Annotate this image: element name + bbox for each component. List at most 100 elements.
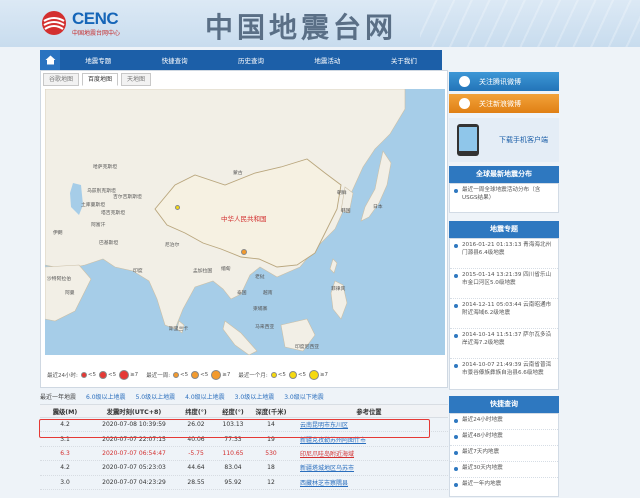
table-header: 震级(M) 发震时刻(UTC+8) 纬度(°) 经度(°) 深度(千米) 参考位…	[40, 404, 448, 418]
table-row: 4.2 2020-07-08 10:39:59 26.02 103.13 14 …	[40, 418, 448, 433]
nav-item-about[interactable]: 关于我们	[366, 55, 442, 65]
cell-depth: 12	[267, 478, 275, 486]
cell-magnitude: 4.2	[60, 421, 70, 429]
earthquake-map[interactable]: 蒙古 中华人民共和国 日本 哈萨克斯坦 乌兹别克斯坦 土库曼斯坦 伊朗 阿富汗 …	[45, 89, 445, 355]
site-title: 中国地震台网	[205, 11, 398, 44]
list-item[interactable]: 最近48小时地震	[450, 430, 558, 446]
place-label: 韩国	[341, 209, 351, 214]
earthquake-marker[interactable]	[241, 249, 247, 255]
list-item-text: 最近一周全球地震活动分布（含USGS结果）	[462, 187, 541, 201]
cell-depth: 14	[267, 421, 275, 429]
list-item[interactable]: 2015-01-14 13:21:39 四川省乐山市金口河区5.0级地震	[450, 269, 558, 299]
place-label: 哈萨克斯坦	[93, 165, 117, 170]
place-label: 缅甸	[221, 267, 231, 272]
tab-tianditu-map[interactable]: 天地图	[121, 73, 152, 86]
nav-home-button[interactable]	[40, 50, 60, 70]
follow-sina-weibo-button[interactable]: 关注新浪微博	[449, 94, 559, 113]
col-longitude: 经度(°)	[222, 408, 244, 416]
list-item[interactable]: 2014-10-14 11:51:37 萨尔瓦多沿岸近海7.2级地震	[450, 329, 558, 359]
list-item-text: 2014-10-14 11:51:37 萨尔瓦多沿岸近海7.2级地震	[462, 332, 552, 346]
table-row: 3.1 2020-07-07 22:07:15 40.06 77.33 19 新…	[40, 432, 448, 447]
nav-item-topics[interactable]: 地震专题	[60, 55, 136, 65]
cell-time: 2020-07-07 05:23:03	[102, 464, 166, 472]
list-item[interactable]: 最近7天内地震	[450, 446, 558, 462]
col-time: 发震时刻(UTC+8)	[106, 408, 162, 416]
legend-text: <5	[107, 372, 117, 378]
logo-subtitle: 中国地震台网中心	[72, 30, 121, 37]
tab-baidu-map[interactable]: 百度地图	[82, 73, 119, 86]
place-label: 朝鲜	[337, 191, 347, 196]
legend-dot-medium	[191, 371, 200, 379]
place-label: 阿曼	[65, 291, 75, 296]
filter-link-m6[interactable]: 6.0级以上地震	[86, 392, 126, 401]
site-logo[interactable]: CENC 中国地震台网中心	[40, 9, 160, 39]
filter-link-m4[interactable]: 4.0级以上地震	[185, 392, 225, 401]
cell-depth: 18	[267, 464, 275, 472]
list-item[interactable]: 2014-10-07 21:49:39 云南省普洱市景谷傣族彝族自治县6.6级地…	[450, 359, 558, 389]
cell-latitude: -5.75	[188, 449, 204, 457]
cell-location-link[interactable]: 西藏林芝市察隅县	[290, 478, 448, 487]
filter-link-below-m3[interactable]: 3.0级以下地震	[284, 392, 324, 401]
legend-dot-large	[119, 370, 130, 380]
legend-label: 最近24小时:	[47, 373, 78, 379]
nav-item-activity[interactable]: 地震活动	[289, 55, 365, 65]
list-item[interactable]: 最近一周全球地震活动分布（含USGS结果）	[450, 184, 558, 205]
cell-location-link[interactable]: 云南昆明市东川区	[290, 420, 448, 429]
download-app-button[interactable]: 下载手机客户端	[449, 118, 559, 162]
place-label: 斯里兰卡	[169, 327, 189, 332]
place-label: 越南	[263, 291, 273, 296]
tencent-weibo-icon	[459, 76, 470, 87]
topic-section: 2016-01-21 01:13:13 青海海北州门源县6.4级地震 2015-…	[449, 238, 559, 390]
col-location: 参考位置	[356, 408, 382, 416]
bullet-icon	[454, 419, 458, 423]
filter-link-m3[interactable]: 3.0级以上地震	[235, 392, 275, 401]
cell-longitude: 110.65	[222, 449, 244, 457]
legend-text: <5	[87, 372, 96, 378]
place-label: 印度	[133, 269, 143, 274]
nav-item-quick-query[interactable]: 快捷查询	[136, 55, 212, 65]
cell-magnitude: 3.0	[60, 478, 70, 486]
place-label: 沙特阿拉伯	[47, 277, 71, 282]
legend-text: ≥7	[319, 372, 329, 378]
legend-text: <5	[297, 372, 306, 378]
list-item-text: 2014-10-07 21:49:39 云南省普洱市景谷傣族彝族自治县6.6级地…	[462, 362, 552, 376]
place-label: 泰国	[237, 291, 247, 296]
table-row: 4.2 2020-07-07 05:23:03 44.64 83.04 18 新…	[40, 461, 448, 476]
place-label: 巴基斯坦	[99, 241, 119, 246]
list-item[interactable]: 2016-01-21 01:13:13 青海海北州门源县6.4级地震	[450, 239, 558, 269]
bullet-icon	[454, 364, 458, 368]
place-label: 柬埔寨	[253, 307, 268, 312]
list-item[interactable]: 最近30天内地震	[450, 462, 558, 478]
earthquake-marker[interactable]	[175, 205, 180, 210]
cell-magnitude: 6.3	[60, 449, 70, 457]
cell-time: 2020-07-07 22:07:15	[102, 435, 166, 443]
follow-tencent-weibo-button[interactable]: 关注腾讯微博	[449, 72, 559, 91]
place-label: 菲律宾	[331, 287, 346, 292]
legend-24h: 最近24小时: <5 <5 ≥7	[47, 370, 138, 380]
list-item-text: 最近30天内地震	[462, 465, 503, 471]
place-label: 老挝	[255, 275, 265, 280]
place-label-china: 中华人民共和国	[221, 215, 267, 223]
filter-link-m5[interactable]: 5.0级以上地震	[136, 392, 176, 401]
list-item[interactable]: 最近24小时地震	[450, 414, 558, 430]
phone-icon	[457, 124, 479, 156]
nav-item-history[interactable]: 历史查询	[213, 55, 289, 65]
cell-latitude: 28.55	[187, 478, 205, 486]
map-legend: 最近24小时: <5 <5 ≥7 最近一周: <5 <5 ≥7 最近一个月: <…	[47, 367, 443, 383]
bullet-icon	[454, 451, 458, 455]
cell-location-link[interactable]: 新疆塔城地区乌苏市	[290, 463, 448, 472]
legend-text: <5	[200, 372, 209, 378]
tab-google-map[interactable]: 谷歌地图	[43, 73, 80, 86]
cell-location-link[interactable]: 新疆克孜勒苏州阿图什市	[290, 435, 448, 444]
list-item[interactable]: 2014-12-11 05:03:44 云南昭通市附近海域6.2级地震	[450, 299, 558, 329]
cell-longitude: 95.92	[224, 478, 242, 486]
map-tabs: 谷歌地图 百度地图 天地图	[43, 73, 152, 87]
cell-longitude: 103.13	[222, 421, 244, 429]
legend-dot-small	[173, 372, 180, 378]
global-section: 最近一周全球地震活动分布（含USGS结果）	[449, 183, 559, 213]
list-item[interactable]: 最近一年内地震	[450, 478, 558, 494]
legend-dot-medium	[288, 371, 297, 379]
cell-location-link[interactable]: 印尼爪哇岛附近海域	[290, 449, 448, 458]
place-label: 印度尼西亚	[295, 345, 319, 350]
place-label: 土库曼斯坦	[81, 203, 105, 208]
